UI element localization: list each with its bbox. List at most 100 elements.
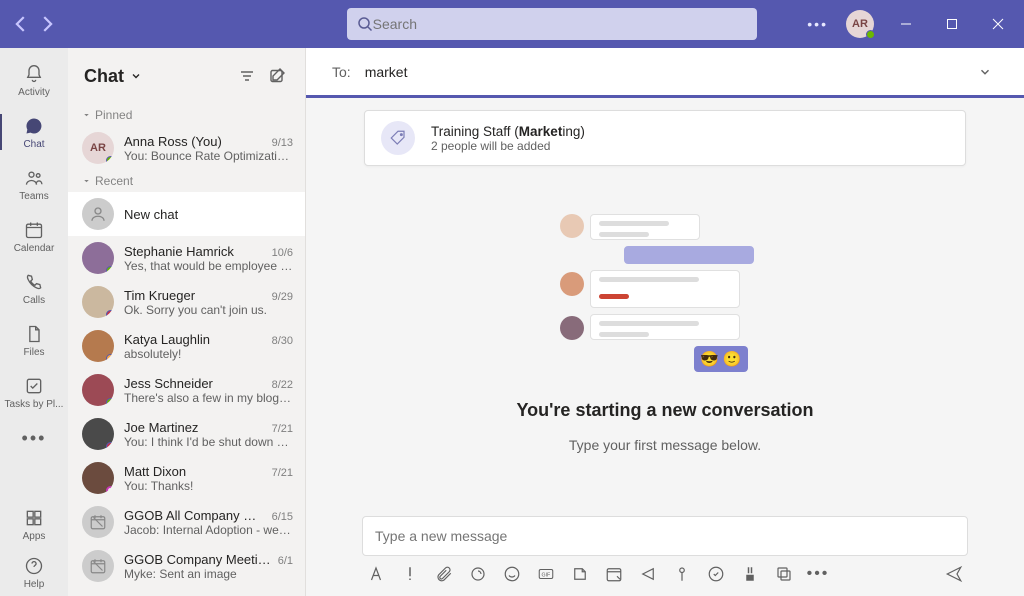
empty-state-subtitle: Type your first message below. (569, 437, 761, 453)
send-button[interactable] (944, 564, 964, 584)
presence-icon (106, 442, 114, 450)
presence-icon (106, 310, 114, 318)
rail-calendar[interactable]: Calendar (0, 210, 68, 262)
chat-row[interactable]: Tim Krueger 9/29 Ok. Sorry you can't joi… (68, 280, 305, 324)
forward-button[interactable] (36, 13, 58, 35)
chat-list-title[interactable]: Chat (84, 66, 142, 87)
chat-row-timestamp: 7/21 (272, 423, 293, 435)
pinned-section-toggle[interactable]: Pinned (68, 104, 305, 126)
stream-button[interactable] (638, 564, 658, 584)
to-label: To: (332, 64, 351, 80)
chat-row-name: New chat (124, 207, 178, 222)
emoji-button[interactable] (502, 564, 522, 584)
chat-row[interactable]: Katya Laughlin 8/30 absolutely! (68, 324, 305, 368)
window-close-button[interactable] (984, 10, 1012, 38)
rail-label: Help (24, 579, 45, 590)
chat-row[interactable]: Stephanie Hamrick 10/6 Yes, that would b… (68, 236, 305, 280)
compose-more-button[interactable]: ••• (808, 564, 828, 584)
chevron-down-icon (130, 70, 142, 82)
apps-icon (23, 507, 45, 529)
compose-input[interactable] (375, 528, 955, 544)
svg-text:GIF: GIF (542, 572, 551, 578)
rail-chat[interactable]: Chat (0, 106, 68, 158)
chat-row-new-chat[interactable]: New chat (68, 192, 305, 236)
chat-row[interactable]: Jess Schneider 8/22 There's also a few i… (68, 368, 305, 412)
chat-row[interactable]: Matt Dixon 7/21 You: Thanks! (68, 456, 305, 500)
avatar: AR (82, 132, 114, 164)
chat-row[interactable]: GGOB Company Meeting 6/1 Myke: Sent an i… (68, 544, 305, 588)
more-options-button[interactable]: ••• (807, 16, 828, 32)
chat-row-preview: Yes, that would be employee refe... (124, 259, 293, 273)
chat-row-name: Matt Dixon (124, 464, 186, 479)
rail-apps[interactable]: Apps (0, 500, 68, 548)
avatar (82, 418, 114, 450)
priority-button[interactable] (400, 564, 420, 584)
section-label: Recent (95, 174, 133, 188)
recipient-input[interactable] (365, 64, 958, 80)
loop-button[interactable] (468, 564, 488, 584)
filter-button[interactable] (235, 64, 259, 88)
chat-row[interactable]: AR Anna Ross (You) 9/13 You: Bounce Rate… (68, 126, 305, 170)
approval-button[interactable] (672, 564, 692, 584)
suggestion-card[interactable]: Training Staff (Marketing) 2 people will… (364, 110, 966, 166)
attach-button[interactable] (434, 564, 454, 584)
window-minimize-button[interactable] (892, 10, 920, 38)
presence-available-icon (866, 30, 875, 39)
chat-row-name: Stephanie Hamrick (124, 244, 234, 259)
avatar (82, 374, 114, 406)
chat-row-name: GGOB All Company Meeti... (124, 508, 266, 523)
presence-icon (106, 266, 114, 274)
rail-overflow-button[interactable]: ••• (22, 418, 47, 458)
back-button[interactable] (10, 13, 32, 35)
tag-icon (381, 121, 415, 155)
current-user-avatar[interactable]: AR (846, 10, 874, 38)
avatar (82, 330, 114, 362)
recipient-bar: To: (306, 48, 1024, 98)
person-icon (82, 198, 114, 230)
presence-icon (106, 398, 114, 406)
presence-icon (106, 486, 114, 494)
expand-recipients-button[interactable] (972, 59, 998, 85)
calendar-icon (23, 219, 45, 241)
chat-row[interactable]: Joe Martinez 7/21 You: I think I'd be sh… (68, 412, 305, 456)
rail-calls[interactable]: Calls (0, 262, 68, 314)
sticker-button[interactable] (570, 564, 590, 584)
avatar (82, 462, 114, 494)
copy-button[interactable] (774, 564, 794, 584)
title-bar: ••• AR (0, 0, 1024, 48)
compose-box[interactable] (362, 516, 968, 556)
chat-row-name: GGOB Company Meeting (124, 552, 272, 567)
section-label: Pinned (95, 108, 132, 122)
new-chat-button[interactable] (265, 64, 289, 88)
phone-icon (23, 271, 45, 293)
chat-row-timestamp: 9/29 (272, 291, 293, 303)
search-icon (357, 16, 373, 32)
chat-row-name: Anna Ross (You) (124, 134, 222, 149)
schedule-button[interactable] (604, 564, 624, 584)
search-box[interactable] (347, 8, 757, 40)
chat-row[interactable]: GGOB All Company Meeti... 6/15 Jacob: In… (68, 500, 305, 544)
window-maximize-button[interactable] (938, 10, 966, 38)
format-button[interactable] (366, 564, 386, 584)
rail-label: Teams (19, 191, 48, 202)
rail-label: Calls (23, 295, 45, 306)
rail-activity[interactable]: Activity (0, 54, 68, 106)
chat-list-pane: Chat Pinned AR Anna Ross (You) 9/13 You:… (68, 48, 306, 596)
viva-button[interactable] (706, 564, 726, 584)
rail-teams[interactable]: Teams (0, 158, 68, 210)
chat-list-title-text: Chat (84, 66, 124, 87)
search-input[interactable] (373, 16, 747, 32)
rail-files[interactable]: Files (0, 314, 68, 366)
suggestion-title: Training Staff (Marketing) (431, 124, 585, 139)
rail-tasks[interactable]: Tasks by Pl... (0, 366, 68, 418)
praise-button[interactable] (740, 564, 760, 584)
recent-section-toggle[interactable]: Recent (68, 170, 305, 192)
chat-row-name: Joe Martinez (124, 420, 198, 435)
file-icon (23, 323, 45, 345)
empty-state-title: You're starting a new conversation (516, 400, 813, 421)
rail-label: Tasks by Pl... (5, 399, 64, 410)
chat-row-preview: You: I think I'd be shut down befo... (124, 435, 293, 449)
rail-help[interactable]: Help (0, 548, 68, 596)
gif-button[interactable]: GIF (536, 564, 556, 584)
presence-icon (106, 156, 114, 164)
